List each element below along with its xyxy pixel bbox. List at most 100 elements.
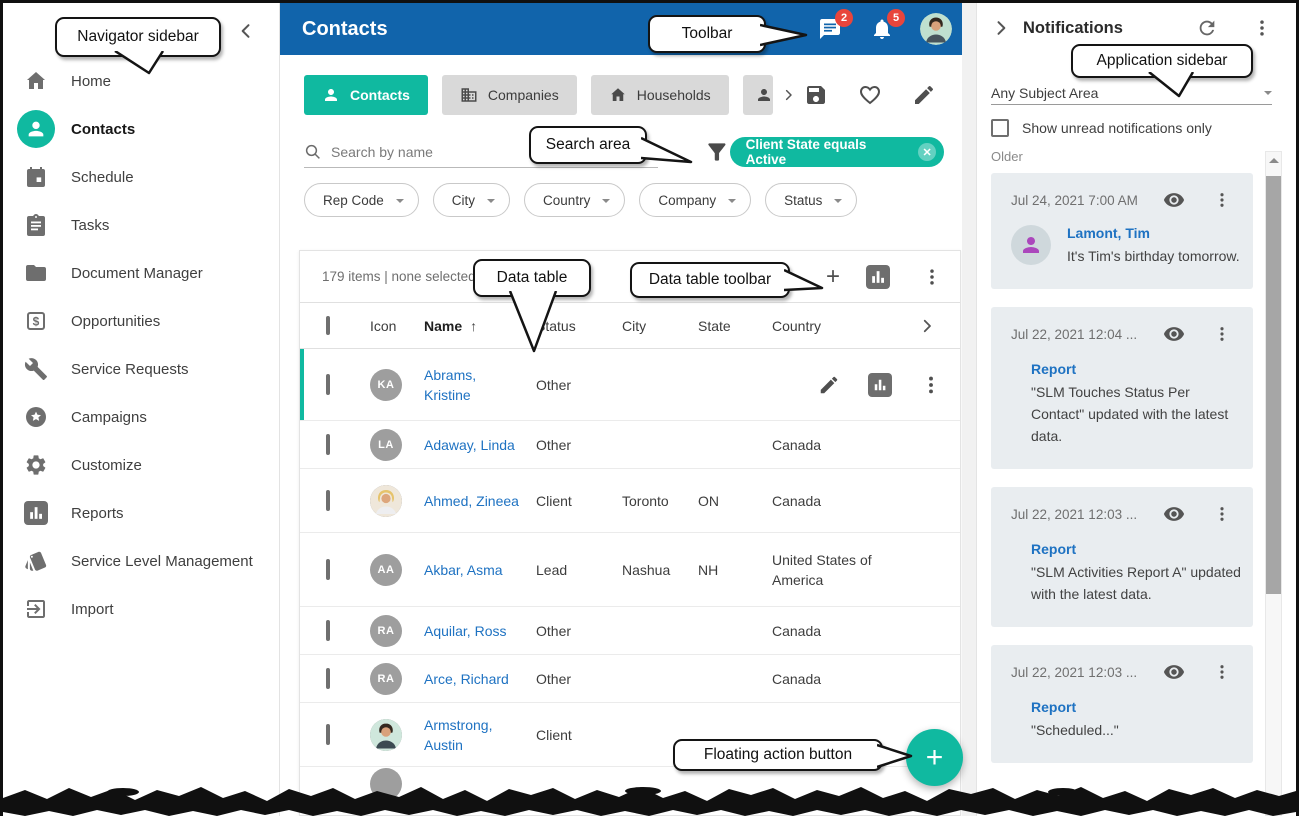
collapse-sidebar-button[interactable]: [233, 19, 259, 45]
sidebar-item-schedule[interactable]: Schedule: [3, 153, 279, 201]
scrollbar[interactable]: [1265, 151, 1282, 816]
refresh-icon[interactable]: [1196, 17, 1218, 39]
sidebar-item-document-manager[interactable]: Document Manager: [3, 249, 279, 297]
save-view-icon[interactable]: [804, 83, 828, 107]
sidebar-item-tasks[interactable]: Tasks: [3, 201, 279, 249]
filter-city[interactable]: City: [433, 183, 510, 217]
row-checkbox[interactable]: [326, 724, 330, 745]
sidebar-item-import[interactable]: Import: [3, 585, 279, 633]
card-menu-icon[interactable]: [1213, 505, 1231, 523]
scrollbar-thumb[interactable]: [1266, 176, 1281, 594]
row-checkbox[interactable]: [326, 559, 330, 580]
unread-only-checkbox[interactable]: [991, 119, 1009, 137]
notification-card[interactable]: Jul 22, 2021 12:04 ... Report "SLM Touch…: [991, 307, 1253, 469]
column-city[interactable]: City: [608, 316, 684, 336]
chevron-down-icon: [602, 199, 610, 207]
person-icon: [322, 86, 340, 104]
add-column-icon[interactable]: +: [826, 265, 840, 289]
user-avatar[interactable]: [920, 13, 952, 45]
avatar: RA: [370, 615, 402, 647]
collapse-panel-icon[interactable]: [991, 18, 1011, 38]
row-menu-icon[interactable]: [920, 374, 942, 396]
tab-households[interactable]: Households: [591, 75, 729, 115]
eye-icon[interactable]: [1163, 323, 1185, 345]
row-checkbox[interactable]: [326, 668, 330, 689]
more-columns-icon[interactable]: [918, 317, 936, 335]
notification-card[interactable]: Jul 22, 2021 12:03 ... Report "SLM Activ…: [991, 487, 1253, 627]
filter-status[interactable]: Status: [765, 183, 857, 217]
sort-ascending-icon: ↑: [470, 318, 477, 334]
favorite-icon[interactable]: [858, 83, 882, 107]
filter-company[interactable]: Company: [639, 183, 751, 217]
contact-name-link[interactable]: Armstrong, Austin: [410, 715, 522, 755]
row-checkbox[interactable]: [326, 434, 330, 455]
dollar-icon: [17, 309, 55, 333]
sidebar-item-campaigns[interactable]: Campaigns: [3, 393, 279, 441]
notification-link[interactable]: Report: [1031, 361, 1241, 377]
table-row[interactable]: Ahmed, Zineea Client Toronto ON Canada: [300, 469, 960, 533]
remove-filter-icon[interactable]: ✕: [918, 143, 936, 161]
contact-name-link[interactable]: Akbar, Asma: [410, 560, 522, 580]
tab-overflow-partial[interactable]: [743, 75, 773, 115]
home-icon: [17, 69, 55, 93]
contact-name-link[interactable]: Arce, Richard: [410, 669, 522, 689]
card-menu-icon[interactable]: [1213, 325, 1231, 343]
contact-name-link[interactable]: Adaway, Linda: [410, 435, 522, 455]
filter-country[interactable]: Country: [524, 183, 625, 217]
card-menu-icon[interactable]: [1213, 663, 1231, 681]
sidebar-item-opportunities[interactable]: Opportunities: [3, 297, 279, 345]
select-all-checkbox[interactable]: [326, 316, 330, 335]
eye-icon[interactable]: [1163, 661, 1185, 683]
contact-name-link[interactable]: Abrams, Kristine: [410, 365, 522, 405]
table-menu-icon[interactable]: [922, 267, 942, 287]
card-menu-icon[interactable]: [1213, 191, 1231, 209]
navigator-sidebar: Home Contacts Schedule Tasks Document Ma…: [3, 3, 280, 816]
eye-icon[interactable]: [1163, 503, 1185, 525]
notification-link[interactable]: Report: [1031, 541, 1241, 557]
column-icon[interactable]: Icon: [356, 316, 410, 336]
avatar: KA: [370, 369, 402, 401]
filter-rep-code[interactable]: Rep Code: [304, 183, 419, 217]
avatar-photo: [370, 485, 402, 517]
row-checkbox[interactable]: [326, 374, 330, 395]
column-country[interactable]: Country: [758, 316, 906, 336]
calendar-icon: [17, 165, 55, 189]
sidebar-item-customize[interactable]: Customize: [3, 441, 279, 489]
sidebar-item-reports[interactable]: Reports: [3, 489, 279, 537]
edit-row-icon[interactable]: [818, 374, 840, 396]
chat-button[interactable]: 2: [816, 15, 844, 43]
edit-icon[interactable]: [912, 83, 936, 107]
notifications-button[interactable]: 5: [868, 15, 896, 43]
row-checkbox[interactable]: [326, 620, 330, 641]
tabs-scroll-right-icon[interactable]: [781, 86, 796, 104]
import-icon: [17, 597, 55, 621]
contact-name-link[interactable]: Ahmed, Zineea: [410, 491, 522, 511]
row-checkbox[interactable]: [326, 490, 330, 511]
torn-edge-decoration: [3, 782, 1296, 816]
bar-chart-icon: [17, 501, 55, 525]
contact-name-link[interactable]: Aquilar, Ross: [410, 621, 522, 641]
chart-view-icon[interactable]: [866, 265, 890, 289]
scroll-up-icon[interactable]: [1269, 158, 1279, 163]
sidebar-item-service-level-management[interactable]: Service Level Management: [3, 537, 279, 585]
eye-icon[interactable]: [1163, 189, 1185, 211]
notification-link[interactable]: Report: [1031, 699, 1241, 715]
callout-tail: [1131, 72, 1201, 100]
panel-menu-icon[interactable]: [1252, 18, 1272, 38]
tab-companies[interactable]: Companies: [442, 75, 577, 115]
table-row[interactable]: RA Arce, Richard Other Canada: [300, 655, 960, 703]
tab-contacts[interactable]: Contacts: [304, 75, 428, 115]
table-row[interactable]: RA Aquilar, Ross Other Canada: [300, 607, 960, 655]
table-row[interactable]: KA Abrams, Kristine Other: [300, 349, 960, 421]
sidebar-item-contacts[interactable]: Contacts: [3, 105, 279, 153]
table-row[interactable]: AA Akbar, Asma Lead Nashua NH United Sta…: [300, 533, 960, 607]
active-filter-chip[interactable]: Client State equals Active ✕: [730, 137, 944, 167]
notification-card[interactable]: Jul 24, 2021 7:00 AM Lamont, Tim It's Ti…: [991, 173, 1253, 289]
table-row[interactable]: LA Adaway, Linda Other Canada: [300, 421, 960, 469]
notification-card[interactable]: Jul 22, 2021 12:03 ... Report "Scheduled…: [991, 645, 1253, 763]
sidebar-item-service-requests[interactable]: Service Requests: [3, 345, 279, 393]
notification-link[interactable]: Lamont, Tim: [1067, 225, 1240, 241]
row-chart-icon[interactable]: [868, 373, 892, 397]
column-state[interactable]: State: [684, 316, 758, 336]
filter-funnel-icon[interactable]: [704, 139, 730, 165]
